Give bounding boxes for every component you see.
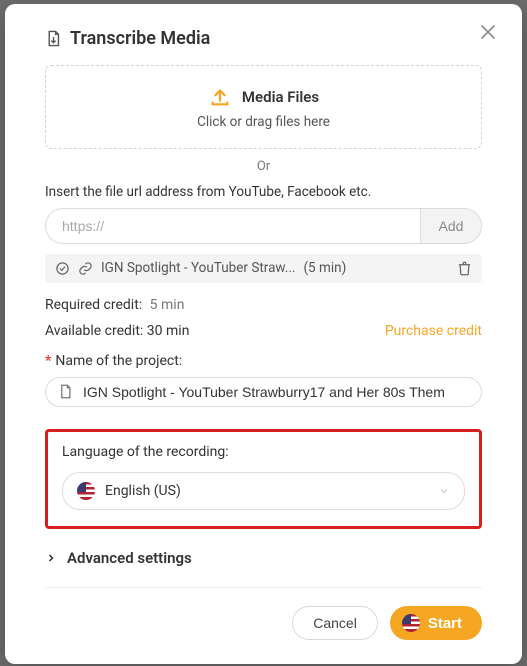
language-selected-value: English (US) — [105, 483, 181, 499]
file-icon — [58, 384, 73, 399]
transcribe-media-modal: Transcribe Media Media Files Click or dr… — [5, 4, 522, 664]
required-credit-label: Required credit: — [45, 297, 142, 313]
check-circle-icon — [55, 261, 70, 276]
available-credit-value: 30 min — [147, 323, 190, 339]
media-dropzone[interactable]: Media Files Click or drag files here — [45, 65, 482, 149]
modal-title: Transcribe Media — [70, 28, 210, 49]
modal-footer: Cancel Start — [45, 588, 482, 640]
language-label: Language of the recording: — [62, 444, 465, 460]
delete-queued-button[interactable] — [457, 261, 472, 276]
chevron-right-icon — [45, 552, 57, 564]
project-name-label: *Name of the project: — [45, 353, 482, 369]
flag-us-icon — [77, 482, 95, 500]
language-highlight: Language of the recording: English (US) — [45, 429, 482, 529]
advanced-settings-label: Advanced settings — [67, 549, 192, 567]
close-button[interactable] — [480, 24, 500, 44]
available-credit-label: Available credit: — [45, 323, 143, 339]
project-name-field[interactable] — [45, 377, 482, 408]
start-button-label: Start — [428, 615, 462, 632]
required-credit-value: 5 min — [150, 297, 185, 313]
dropzone-subtitle: Click or drag files here — [56, 114, 471, 130]
required-asterisk: * — [45, 353, 51, 369]
required-credit-row: Required credit: 5 min — [45, 297, 482, 313]
chevron-down-icon — [438, 485, 450, 497]
cancel-button[interactable]: Cancel — [292, 606, 378, 640]
link-icon — [78, 261, 93, 276]
trash-icon — [457, 261, 472, 276]
purchase-credit-link[interactable]: Purchase credit — [385, 323, 482, 339]
add-url-button[interactable]: Add — [420, 208, 482, 244]
url-input[interactable] — [45, 208, 420, 244]
or-divider: Or — [45, 159, 482, 174]
project-name-input[interactable] — [81, 383, 469, 401]
available-credit-row: Available credit: 30 min Purchase credit — [45, 323, 482, 339]
queued-file-row: IGN Spotlight - YouTuber Straw... (5 min… — [45, 254, 482, 283]
flag-us-icon — [402, 614, 420, 632]
start-button[interactable]: Start — [390, 606, 482, 640]
dropzone-title: Media Files — [242, 88, 319, 106]
url-label: Insert the file url address from YouTube… — [45, 184, 482, 200]
url-input-row: Add — [45, 208, 482, 244]
close-icon — [480, 24, 496, 40]
modal-header: Transcribe Media — [45, 28, 482, 49]
queued-file-name: IGN Spotlight - YouTuber Straw... — [101, 260, 295, 276]
upload-icon — [208, 86, 232, 108]
file-transcribe-icon — [45, 30, 62, 47]
language-select[interactable]: English (US) — [62, 472, 465, 510]
queued-file-duration: (5 min) — [303, 260, 346, 276]
advanced-settings-toggle[interactable]: Advanced settings — [45, 549, 482, 588]
